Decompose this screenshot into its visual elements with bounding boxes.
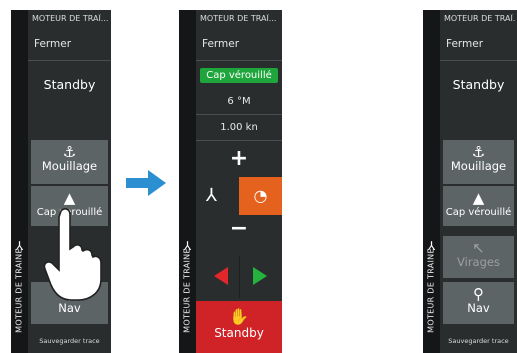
side-tab[interactable]: ⅄ MOTEUR DE TRAINE bbox=[11, 10, 28, 353]
close-button[interactable]: Fermer bbox=[202, 38, 239, 50]
mode-label: Standby bbox=[43, 77, 96, 92]
turns-button-label: Virages bbox=[457, 255, 500, 269]
close-button[interactable]: Fermer bbox=[446, 38, 483, 50]
heading-value: 6 °M bbox=[227, 96, 251, 107]
divider bbox=[28, 60, 111, 61]
side-tab-label: MOTEUR DE TRAINE bbox=[426, 248, 436, 333]
heading-lock-icon: ▲ bbox=[472, 189, 485, 207]
divider bbox=[239, 256, 240, 298]
increase-button[interactable]: + bbox=[196, 146, 282, 171]
arrow-right-icon bbox=[126, 170, 166, 196]
divider bbox=[196, 114, 282, 115]
anchor-button-label: Mouillage bbox=[41, 159, 98, 173]
trolling-motor-panel-middle: ⅄ MOTEUR DE TRAINE MOTEUR DE TRAÎ... Fer… bbox=[179, 10, 282, 353]
speed-gauge-button[interactable]: ◔ bbox=[239, 177, 282, 215]
turns-button[interactable]: ↖ Virages bbox=[443, 236, 514, 278]
panel-title: MOTEUR DE TRAÎ... bbox=[32, 14, 109, 23]
side-tab-label: MOTEUR DE TRAINE bbox=[182, 248, 192, 333]
save-track-button[interactable]: Sauvegarder trace bbox=[440, 337, 517, 345]
panel-title: MOTEUR DE TRAÎ... bbox=[200, 14, 277, 23]
trolling-motor-panel-right: ⅄ MOTEUR DE TRAINE MOTEUR DE TRAÎ... Fer… bbox=[423, 10, 517, 353]
steer-left-icon[interactable] bbox=[214, 267, 228, 285]
standby-button[interactable]: ✋ Standby bbox=[196, 301, 282, 353]
pointing-hand-icon bbox=[43, 208, 102, 301]
side-tab[interactable]: ⅄ MOTEUR DE TRAINE bbox=[423, 10, 440, 353]
route-icon: ⚲ bbox=[473, 285, 484, 303]
divider bbox=[196, 60, 282, 61]
panel-title: MOTEUR DE TRAÎ... bbox=[444, 14, 515, 23]
steer-right-icon[interactable] bbox=[253, 267, 267, 285]
divider bbox=[196, 140, 282, 141]
close-button[interactable]: Fermer bbox=[34, 38, 71, 50]
nav-button-label: Nav bbox=[58, 301, 81, 315]
speed-value: 1.00 kn bbox=[220, 122, 258, 133]
nav-button[interactable]: ⚲ Nav bbox=[443, 282, 514, 324]
decrease-button[interactable]: − bbox=[196, 216, 282, 241]
heading-lock-icon: ▲ bbox=[63, 189, 76, 207]
standby-button-label: Standby bbox=[214, 326, 264, 340]
status-badge: Cap vérouillé bbox=[200, 68, 278, 83]
gauge-icon: ◔ bbox=[253, 186, 268, 205]
anchor-button-label: Mouillage bbox=[450, 159, 507, 173]
heading-lock-button-label: Cap vérouillé bbox=[445, 207, 512, 218]
turn-icon: ↖ bbox=[472, 239, 485, 257]
anchor-icon: ⚓ bbox=[471, 143, 486, 161]
mode-label: Standby bbox=[452, 77, 505, 92]
hand-stop-icon: ✋ bbox=[229, 307, 249, 326]
divider bbox=[440, 60, 517, 61]
nav-button-label: Nav bbox=[467, 301, 490, 315]
side-tab-label: MOTEUR DE TRAINE bbox=[14, 248, 24, 333]
side-tab[interactable]: ⅄ MOTEUR DE TRAINE bbox=[179, 10, 196, 353]
heading-lock-button[interactable]: ▲ Cap vérouillé bbox=[443, 186, 514, 226]
anchor-button[interactable]: ⚓ Mouillage bbox=[31, 140, 108, 184]
propeller-toggle-icon[interactable]: ⅄ bbox=[206, 185, 217, 206]
save-track-button[interactable]: Sauvegarder trace bbox=[28, 337, 111, 345]
anchor-icon: ⚓ bbox=[62, 143, 77, 161]
anchor-button[interactable]: ⚓ Mouillage bbox=[443, 140, 514, 184]
